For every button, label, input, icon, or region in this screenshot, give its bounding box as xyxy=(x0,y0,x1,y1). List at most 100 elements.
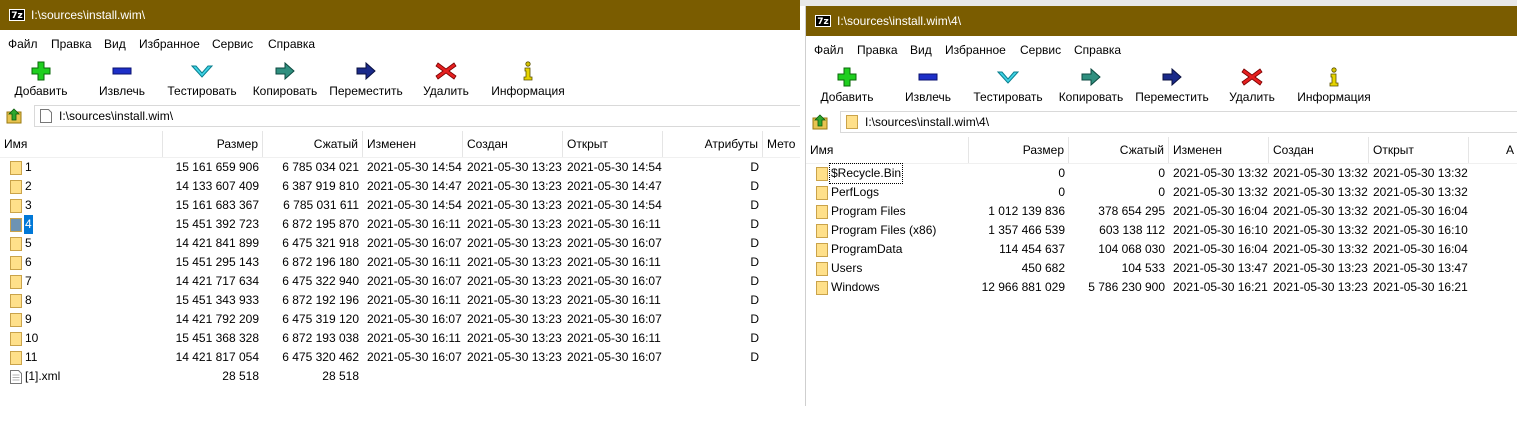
row-name: ProgramData xyxy=(831,242,903,256)
menu-tools[interactable]: Сервис xyxy=(1020,43,1061,57)
col-header-packed[interactable]: Сжатый xyxy=(263,131,363,157)
info-icon xyxy=(516,60,540,82)
table-row[interactable]: Users 450 682 104 533 2021-05-30 13:47 2021-… xyxy=(806,259,1517,278)
col-header-created[interactable]: Создан xyxy=(463,131,563,157)
folder-up-icon[interactable] xyxy=(6,108,22,124)
table-row[interactable]: Windows 12 966 881 029 5 786 230 900 2021-0… xyxy=(806,278,1517,297)
title-bar[interactable]: 7z I:\sources\install.wim\4\ xyxy=(806,6,1517,36)
delete-button[interactable]: Удалить xyxy=(1224,62,1280,108)
table-row[interactable]: $Recycle.Bin 0 0 2021-05-30 13:32 2021-05-30… xyxy=(806,163,1517,184)
add-button[interactable]: Добавить xyxy=(8,56,74,102)
col-header-accessed[interactable]: Открыт xyxy=(563,131,663,157)
row-attributes: D xyxy=(750,255,759,269)
delete-label: Удалить xyxy=(1229,90,1275,104)
col-header-size[interactable]: Размер xyxy=(163,131,263,157)
address-field[interactable]: I:\sources\install.wim\4\ xyxy=(840,111,1517,133)
table-row[interactable]: 1 15 161 659 906 6 785 034 021 2021-05-30 1… xyxy=(0,158,800,177)
row-name: Program Files (x86) xyxy=(831,223,937,237)
table-row[interactable]: PerfLogs 0 0 2021-05-30 13:32 2021-05-30 13:… xyxy=(806,183,1517,202)
extract-button[interactable]: Извлечь xyxy=(898,62,958,108)
row-attributes: D xyxy=(750,293,759,307)
address-field[interactable]: I:\sources\install.wim\ xyxy=(34,105,800,127)
row-size: 15 161 659 906 xyxy=(175,160,259,174)
col-header-attributes[interactable]: A xyxy=(1469,137,1517,163)
move-label: Переместить xyxy=(329,84,403,98)
menu-view[interactable]: Вид xyxy=(910,43,932,57)
menu-view[interactable]: Вид xyxy=(104,37,126,51)
col-header-modified[interactable]: Изменен xyxy=(1169,137,1269,163)
table-row[interactable]: 8 15 451 343 933 6 872 192 196 2021-05-30 1… xyxy=(0,291,800,310)
table-row[interactable]: 2 14 133 607 409 6 387 919 810 2021-05-30 1… xyxy=(0,177,800,196)
table-row[interactable]: 3 15 161 683 367 6 785 031 611 2021-05-30 1… xyxy=(0,196,800,215)
row-modified: 2021-05-30 13:47 xyxy=(1173,261,1268,275)
info-button[interactable]: Информация xyxy=(1294,62,1374,108)
col-header-accessed[interactable]: Открыт xyxy=(1369,137,1469,163)
menu-favorites[interactable]: Избранное xyxy=(945,43,1006,57)
table-row[interactable]: ProgramData 114 454 637 104 068 030 2021-05… xyxy=(806,240,1517,259)
col-header-packed[interactable]: Сжатый xyxy=(1069,137,1169,163)
table-row[interactable]: 5 14 421 841 899 6 475 321 918 2021-05-30 1… xyxy=(0,234,800,253)
extract-button[interactable]: Извлечь xyxy=(92,56,152,102)
row-packed: 6 475 321 918 xyxy=(282,236,359,250)
table-row[interactable]: [1].xml 28 518 28 518 xyxy=(0,367,800,386)
row-created xyxy=(463,367,563,386)
folder-icon xyxy=(10,161,22,175)
move-button[interactable]: Переместить xyxy=(326,56,406,102)
table-row[interactable]: 7 14 421 717 634 6 475 322 940 2021-05-30 1… xyxy=(0,272,800,291)
delete-button[interactable]: Удалить xyxy=(418,56,474,102)
row-size: 15 451 392 723 xyxy=(175,217,259,231)
info-label: Информация xyxy=(491,84,565,98)
col-header-modified[interactable]: Изменен xyxy=(363,131,463,157)
row-size: 1 357 466 539 xyxy=(988,223,1065,237)
row-created: 2021-05-30 13:23 xyxy=(1273,280,1368,294)
test-button[interactable]: Тестировать xyxy=(972,62,1044,108)
test-button[interactable]: Тестировать xyxy=(166,56,238,102)
menu-edit[interactable]: Правка xyxy=(857,43,898,57)
menu-tools[interactable]: Сервис xyxy=(212,37,253,51)
table-row[interactable]: Program Files 1 012 139 836 378 654 295 202… xyxy=(806,202,1517,221)
title-bar[interactable]: 7z I:\sources\install.wim\ xyxy=(0,0,800,30)
menu-edit[interactable]: Правка xyxy=(51,37,92,51)
copy-button[interactable]: Копировать xyxy=(1056,62,1126,108)
row-size: 14 421 817 054 xyxy=(175,350,259,364)
table-row[interactable]: 6 15 451 295 143 6 872 196 180 2021-05-30 1… xyxy=(0,253,800,272)
col-header-attributes[interactable]: Атрибуты xyxy=(663,131,763,157)
col-header-size[interactable]: Размер xyxy=(969,137,1069,163)
menu-help[interactable]: Справка xyxy=(268,37,315,51)
7z-app-icon[interactable]: 7z xyxy=(9,9,25,21)
menu-help[interactable]: Справка xyxy=(1074,43,1121,57)
rows: $Recycle.Bin 0 0 2021-05-30 13:32 2021-05-30… xyxy=(806,163,1517,297)
row-modified: 2021-05-30 16:07 xyxy=(367,350,462,364)
row-packed: 104 068 030 xyxy=(1098,242,1165,256)
row-modified: 2021-05-30 14:47 xyxy=(367,179,462,193)
col-header-created[interactable]: Создан xyxy=(1269,137,1369,163)
col-header-name[interactable]: Имя xyxy=(0,131,163,157)
table-row[interactable]: 10 15 451 368 328 6 872 193 038 2021-05-30 … xyxy=(0,329,800,348)
menu-file[interactable]: Файл xyxy=(8,37,38,51)
window-image-4: 7z I:\sources\install.wim\4\ Файл Правка… xyxy=(806,6,1517,406)
7z-app-icon[interactable]: 7z xyxy=(815,15,831,27)
row-packed: 5 786 230 900 xyxy=(1088,280,1165,294)
table-row[interactable]: 9 14 421 792 209 6 475 319 120 2021-05-30 1… xyxy=(0,310,800,329)
row-name: Users xyxy=(831,261,863,275)
table-row[interactable]: 11 14 421 817 054 6 475 320 462 2021-05-30 … xyxy=(0,348,800,367)
menu-favorites[interactable]: Избранное xyxy=(139,37,200,51)
address-text: I:\sources\install.wim\4\ xyxy=(865,115,990,129)
col-header-method[interactable]: Мето xyxy=(763,131,800,157)
column-headers: Имя Размер Сжатый Изменен Создан Открыт … xyxy=(0,131,800,158)
row-packed: 28 518 xyxy=(322,369,359,383)
folder-up-icon[interactable] xyxy=(812,114,828,130)
file-list[interactable]: Имя Размер Сжатый Изменен Создан Открыт … xyxy=(806,137,1517,406)
table-row[interactable]: 4 15 451 392 723 6 872 195 870 2021-05-30 1… xyxy=(0,215,800,234)
row-created: 2021-05-30 13:23 xyxy=(467,236,562,250)
row-size: 15 451 343 933 xyxy=(175,293,259,307)
menu-file[interactable]: Файл xyxy=(814,43,844,57)
info-button[interactable]: Информация xyxy=(488,56,568,102)
file-list[interactable]: Имя Размер Сжатый Изменен Создан Открыт … xyxy=(0,131,800,429)
col-header-name[interactable]: Имя xyxy=(806,137,969,163)
table-row[interactable]: Program Files (x86) 1 357 466 539 603 138 … xyxy=(806,221,1517,240)
row-accessed: 2021-05-30 16:11 xyxy=(567,293,661,307)
add-button[interactable]: Добавить xyxy=(814,62,880,108)
move-button[interactable]: Переместить xyxy=(1132,62,1212,108)
copy-button[interactable]: Копировать xyxy=(250,56,320,102)
